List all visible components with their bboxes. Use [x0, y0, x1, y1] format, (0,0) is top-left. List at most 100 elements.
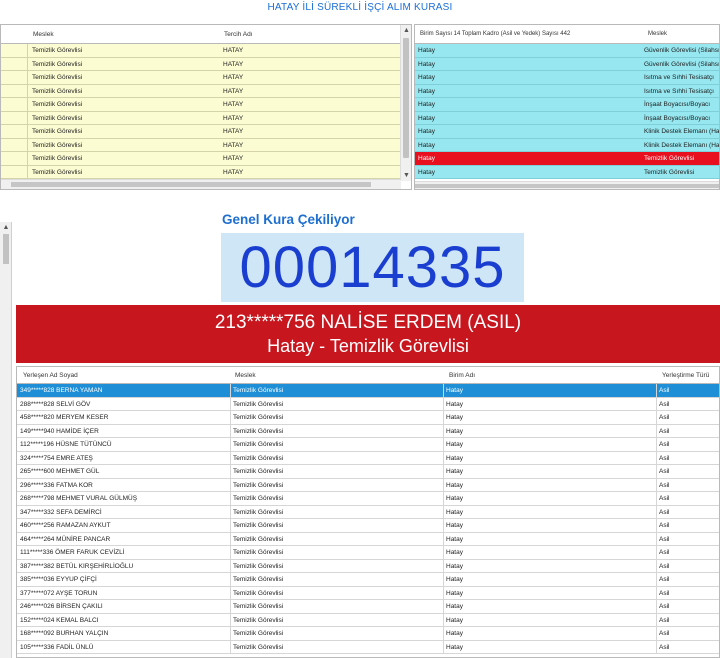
- table-row[interactable]: 288*****828 SELVİ GÖV Temizlik Görevlisi H…: [17, 397, 719, 411]
- cell-meslek: Temizlik Görevlisi: [233, 495, 284, 502]
- table-row[interactable]: Temizlik Görevlisi HATAY: [1, 125, 401, 139]
- column-divider: [656, 559, 657, 573]
- scroll-thumb[interactable]: [415, 184, 719, 188]
- table-row[interactable]: Hatay Klinik Destek Elemanı (Hasta: [415, 138, 719, 152]
- chevron-up-icon[interactable]: ▲: [0, 224, 12, 231]
- cell-tur: Asil: [659, 468, 670, 475]
- table-row[interactable]: Temizlik Görevlisi HATAY: [1, 84, 401, 98]
- column-header-birim[interactable]: Birim Sayısı 14 Toplam Kadro (Asil ve Ye…: [420, 31, 570, 37]
- table-row[interactable]: Hatay Güvenlik Görevlisi (Silahsız): [415, 44, 719, 58]
- row-header-cell[interactable]: [1, 84, 28, 98]
- column-header-tercih[interactable]: Tercih Adı: [224, 31, 253, 38]
- table-row[interactable]: 347*****332 SEFA DEMİRCİ Temizlik Görevli…: [17, 505, 719, 519]
- column-header-ad-soyad[interactable]: Yerleşen Ad Soyad: [23, 372, 78, 379]
- cell-birim: Hatay: [418, 168, 435, 176]
- unit-quota-grid[interactable]: Birim Sayısı 14 Toplam Kadro (Asil ve Ye…: [414, 24, 720, 190]
- table-row[interactable]: 268*****798 MEHMET VURAL GÜLMÜŞ Temizlik …: [17, 492, 719, 506]
- row-header-cell[interactable]: [1, 44, 28, 57]
- column-divider: [656, 613, 657, 627]
- cell-tercih: HATAY: [223, 114, 244, 122]
- cell-birim: Hatay: [418, 128, 435, 135]
- table-row[interactable]: 111*****336 ÖMER FARUK CEVİZLİ Temizlik G…: [17, 546, 719, 560]
- table-row[interactable]: Temizlik Görevlisi HATAY: [1, 98, 401, 112]
- column-header-meslek[interactable]: Meslek: [33, 31, 54, 38]
- table-row[interactable]: 265*****600 MEHMET GÜL Temizlik Görevlisi…: [17, 465, 719, 479]
- row-header-cell[interactable]: [1, 165, 28, 179]
- table-row[interactable]: 324*****754 EMRE ATEŞ Temizlik Görevlisi H…: [17, 451, 719, 465]
- row-header-cell[interactable]: [1, 152, 28, 165]
- candidate-preference-grid[interactable]: Meslek Tercih Adı Temizlik Görevlisi HATA…: [0, 24, 412, 190]
- grid-header: Meslek Tercih Adı: [1, 25, 401, 44]
- horizontal-scrollbar[interactable]: [415, 181, 719, 189]
- cell-tur: Asil: [659, 400, 670, 408]
- table-row[interactable]: Hatay İnşaat Boyacısı/Boyacı: [415, 98, 719, 112]
- table-row[interactable]: 458*****820 MERYEM KESER Temizlik Görevli…: [17, 411, 719, 425]
- table-row[interactable]: 349*****828 BERNA YAMAN Temizlik Görevlis…: [17, 384, 719, 398]
- cell-tur: Asil: [659, 427, 670, 435]
- cell-ad-soyad: 149*****940 HAMİDE İÇER: [20, 427, 99, 435]
- table-row[interactable]: Hatay Güvenlik Görevlisi (Silahsız): [415, 57, 719, 71]
- table-row[interactable]: 464*****264 MÜNİRE PANCAR Temizlik Görevl…: [17, 532, 719, 546]
- row-header-cell[interactable]: [1, 138, 28, 152]
- cell-birim: Hatay: [446, 481, 463, 489]
- column-divider: [443, 573, 444, 586]
- table-row[interactable]: Hatay Temizlik Görevlisi: [415, 152, 719, 166]
- winner-banner: 213*****756 NALİSE ERDEM (ASIL) Hatay - …: [16, 305, 720, 363]
- vertical-scrollbar[interactable]: ▲ ▼: [400, 25, 411, 181]
- column-divider: [230, 424, 231, 438]
- column-divider: [230, 613, 231, 627]
- scroll-thumb[interactable]: [11, 182, 371, 187]
- cell-meslek: İnşaat Boyacısı/Boyacı: [644, 101, 711, 108]
- cell-meslek: Temizlik Görevlisi: [233, 562, 284, 570]
- cell-birim: Hatay: [446, 468, 463, 475]
- row-header-cell[interactable]: [1, 57, 28, 71]
- row-header-cell[interactable]: [1, 125, 28, 138]
- chevron-up-icon[interactable]: ▲: [401, 25, 411, 36]
- cell-tur: Asil: [659, 387, 670, 394]
- row-header-cell[interactable]: [1, 98, 28, 111]
- table-row[interactable]: Temizlik Görevlisi HATAY: [1, 152, 401, 166]
- cell-birim: Hatay: [446, 508, 463, 516]
- table-row[interactable]: Hatay İnşaat Boyacısı/Boyacı: [415, 111, 719, 125]
- table-row[interactable]: 246*****026 BİRSEN ÇAKILI Temizlik Görevl…: [17, 600, 719, 614]
- row-header-cell[interactable]: [1, 111, 28, 125]
- table-row[interactable]: 387*****382 BETÜL KIRŞEHİRLİOĞLU Temizlik…: [17, 559, 719, 573]
- row-header-cell[interactable]: [1, 71, 28, 84]
- table-row[interactable]: Temizlik Görevlisi HATAY: [1, 44, 401, 58]
- table-row[interactable]: 385*****036 EYYUP ÇİFÇİ Temizlik Görevlis…: [17, 573, 719, 587]
- table-row[interactable]: Temizlik Görevlisi HATAY: [1, 111, 401, 125]
- column-header-tur[interactable]: Yerleştirme Türü: [662, 372, 709, 379]
- horizontal-scrollbar[interactable]: [1, 179, 401, 189]
- table-row[interactable]: 377*****072 AYŞE TORUN Temizlik Görevlisi…: [17, 586, 719, 600]
- table-row[interactable]: Temizlik Görevlisi HATAY: [1, 165, 401, 179]
- column-divider: [656, 519, 657, 532]
- placed-candidates-grid[interactable]: Yerleşen Ad Soyad Meslek Birim Adı Yerle…: [16, 366, 720, 658]
- chevron-down-icon[interactable]: ▼: [401, 170, 411, 181]
- table-row[interactable]: Temizlik Görevlisi HATAY: [1, 138, 401, 152]
- table-row[interactable]: 149*****940 HAMİDE İÇER Temizlik Görevlis…: [17, 424, 719, 438]
- column-header-meslek[interactable]: Meslek: [235, 372, 256, 379]
- cell-ad-soyad: 387*****382 BETÜL KIRŞEHİRLİOĞLU: [20, 562, 134, 570]
- column-header-meslek[interactable]: Meslek: [648, 31, 667, 37]
- table-row[interactable]: 152*****024 KEMAL BALCI Temizlik Görevlis…: [17, 613, 719, 627]
- table-row[interactable]: Hatay Isıtma ve Sıhhi Tesisatçı: [415, 84, 719, 98]
- table-row[interactable]: Hatay Temizlik Görevlisi: [415, 165, 719, 179]
- table-row[interactable]: 105*****336 FADİL ÜNLÜ Temizlik Görevlisi…: [17, 640, 719, 654]
- column-divider: [656, 600, 657, 613]
- drawn-number-box: 00014335: [221, 233, 524, 302]
- table-row[interactable]: Temizlik Görevlisi HATAY: [1, 57, 401, 71]
- table-row[interactable]: Temizlik Görevlisi HATAY: [1, 71, 401, 85]
- scroll-thumb[interactable]: [3, 234, 9, 264]
- scroll-thumb[interactable]: [403, 38, 409, 158]
- table-row[interactable]: Hatay Klinik Destek Elemanı (Hasta: [415, 125, 719, 139]
- column-header-birim[interactable]: Birim Adı: [449, 372, 475, 379]
- table-row[interactable]: 296*****336 FATMA KOR Temizlik Görevlisi H…: [17, 478, 719, 492]
- table-row[interactable]: Hatay Isıtma ve Sıhhi Tesisatçı: [415, 71, 719, 85]
- table-row[interactable]: 460*****256 RAMAZAN AYKUT Temizlik Görevl…: [17, 519, 719, 533]
- cell-meslek: Temizlik Görevlisi: [233, 441, 284, 448]
- cell-meslek: İnşaat Boyacısı/Boyacı: [644, 114, 711, 122]
- vertical-scrollbar[interactable]: ▲: [0, 222, 12, 658]
- table-row[interactable]: 112*****196 HÜSNE TÜTÜNCÜ Temizlik Görevl…: [17, 438, 719, 452]
- cell-birim: Hatay: [446, 400, 463, 408]
- table-row[interactable]: 168*****092 BURHAN YALÇIN Temizlik Görevl…: [17, 627, 719, 641]
